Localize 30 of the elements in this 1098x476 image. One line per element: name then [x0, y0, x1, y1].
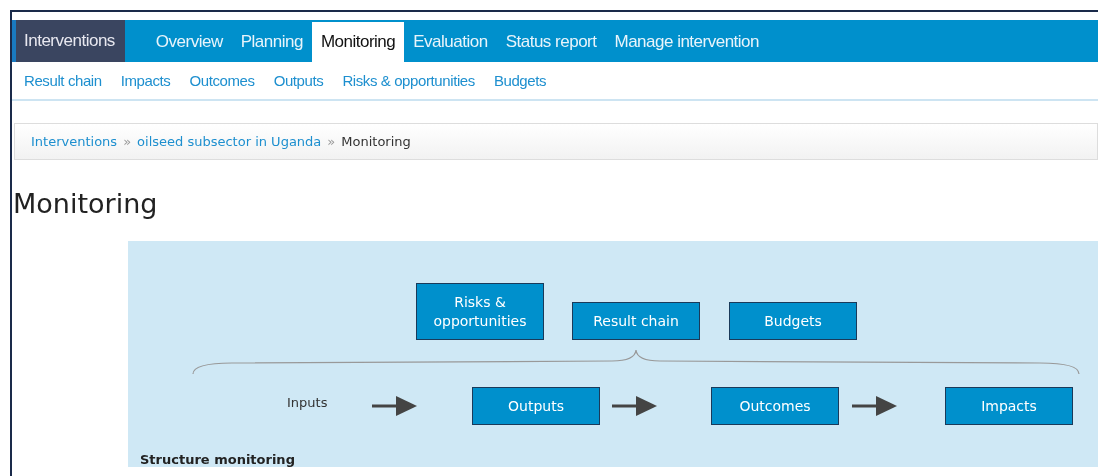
nav-tab[interactable]: Planning [231, 24, 312, 62]
diagram-node[interactable]: Outcomes [711, 387, 839, 425]
diagram-node[interactable]: Risks & opportunities [416, 283, 544, 340]
subnav-link[interactable]: Budgets [493, 72, 547, 89]
nav-tab[interactable]: Overview [146, 24, 232, 62]
breadcrumb-link[interactable]: oilseed subsector in Uganda [137, 134, 322, 149]
nav-tab[interactable]: Evaluation [404, 24, 497, 62]
breadcrumb-separator: » [123, 134, 132, 149]
arrow-icon [612, 395, 657, 417]
nav-tab[interactable]: Manage intervention [605, 24, 768, 62]
section-heading: Structure monitoring [140, 452, 295, 467]
diagram-node[interactable]: Result chain [572, 302, 700, 340]
brand-label[interactable]: Interventions [16, 20, 125, 62]
subnav-link[interactable]: Impacts [120, 72, 171, 89]
arrow-icon [372, 395, 417, 417]
breadcrumb-separator: » [327, 134, 336, 149]
diagram-node[interactable]: Budgets [729, 302, 857, 340]
arrow-icon [852, 395, 897, 417]
nav-tab[interactable]: Monitoring [311, 22, 405, 62]
page-title: Monitoring [13, 187, 159, 221]
subnav-link[interactable]: Outputs [273, 72, 324, 89]
breadcrumb-link[interactable]: Interventions [31, 134, 118, 149]
diagram-node[interactable]: Impacts [945, 387, 1073, 425]
breadcrumb-current: Monitoring [341, 134, 411, 149]
subnav-link[interactable]: Result chain [24, 72, 102, 89]
diagram-node[interactable]: Outputs [472, 387, 600, 425]
nav-tab[interactable]: Status report [496, 24, 606, 62]
inputs-label: Inputs [287, 395, 328, 410]
subnav-link[interactable]: Risks & opportunities [342, 72, 475, 89]
subnav-link[interactable]: Outcomes [189, 72, 255, 89]
